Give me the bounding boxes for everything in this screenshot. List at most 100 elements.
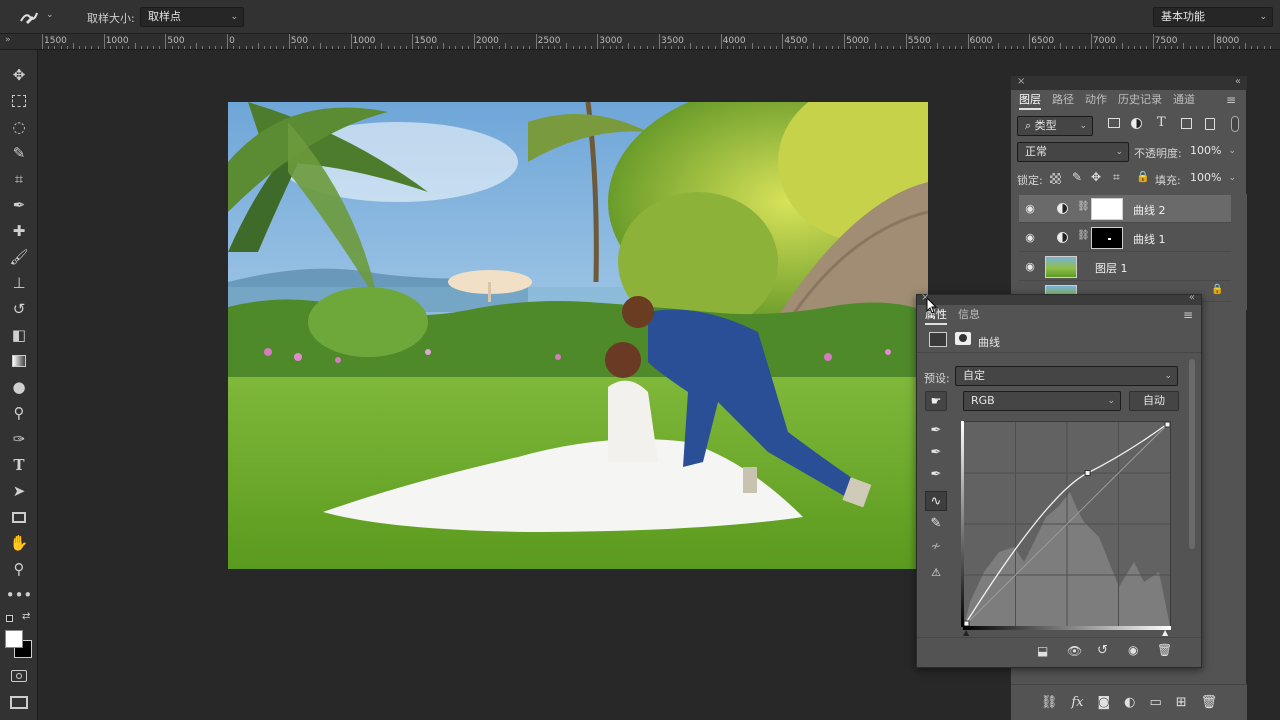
type-icon[interactable]: T (8, 454, 30, 476)
dodge-icon[interactable]: ⚲ (8, 402, 30, 424)
clipping-warning-icon[interactable]: ⚠ (925, 563, 947, 583)
filter-smart-icon[interactable] (1205, 118, 1215, 130)
filter-adjustment-icon[interactable] (1131, 118, 1142, 129)
lock-position-icon[interactable]: ✥ (1091, 170, 1101, 184)
gray-point-eyedropper-icon[interactable]: ✒ (925, 443, 947, 463)
lasso-icon[interactable]: ◌ (8, 116, 30, 138)
curve-control-point[interactable] (1084, 470, 1091, 476)
channel-select[interactable]: RGB ⌄ (963, 391, 1121, 411)
eraser-icon[interactable]: ◧ (8, 324, 30, 346)
layer-mask-thumbnail[interactable] (1091, 227, 1123, 249)
blur-icon[interactable]: ● (8, 376, 30, 398)
layer-mask-thumbnail[interactable] (1091, 198, 1123, 220)
white-point-eyedropper-icon[interactable]: ✒ (925, 465, 947, 485)
more-icon[interactable]: ••• (6, 584, 33, 606)
add-mask-icon[interactable]: ◙ (1097, 695, 1110, 710)
adjustment-layer-icon[interactable]: ◐ (1124, 695, 1135, 710)
curves-histogram-icon[interactable] (929, 332, 947, 347)
preset-select[interactable]: 自定 ⌄ (955, 366, 1178, 386)
expand-icon[interactable]: » (5, 35, 11, 45)
layer-row-curves-1[interactable]: ◉ ⛓ 曲线 1 (1019, 224, 1231, 252)
layer-row-curves-2[interactable]: ◉ ⛓ 曲线 2 (1019, 195, 1231, 223)
panel-menu-icon[interactable]: ≡ (1183, 305, 1193, 325)
curve-edit-points-icon[interactable]: ∿ (925, 491, 947, 511)
black-slider-handle[interactable]: ▲ (963, 628, 969, 637)
visibility-eye-icon[interactable]: ◉ (1023, 231, 1037, 245)
pen-icon[interactable]: ✑ (8, 428, 30, 450)
workspace-select[interactable]: 基本功能 ⌄ (1153, 7, 1273, 27)
tool-preset-picker[interactable]: ⌄ (18, 7, 56, 27)
group-folder-icon[interactable]: ▭ (1149, 695, 1161, 710)
collapse-icon[interactable]: « (1189, 292, 1195, 303)
clip-to-layer-icon[interactable]: ⬓ (1037, 644, 1048, 658)
black-point-eyedropper-icon[interactable]: ✒ (925, 421, 947, 441)
link-icon[interactable]: ⛓ (1077, 201, 1090, 212)
rectangle-icon[interactable] (8, 506, 30, 528)
layer-row-layer-1[interactable]: ◉ 图层 1 (1019, 253, 1231, 281)
crop-icon[interactable]: ⌗ (8, 168, 30, 190)
collapse-icon[interactable]: « (1235, 76, 1241, 87)
lock-pixels-icon[interactable]: ✎ (1072, 170, 1082, 184)
tab-channels[interactable]: 通道 (1173, 90, 1195, 110)
filter-shape-icon[interactable] (1181, 118, 1192, 129)
visibility-eye-icon[interactable]: ◉ (1128, 643, 1138, 657)
screen-mode-icon[interactable] (10, 696, 28, 709)
ruler-tick (1029, 34, 1031, 49)
layer-thumbnail[interactable] (1045, 256, 1077, 278)
zoom-icon[interactable]: ⚲ (8, 558, 30, 580)
swap-colors-icon[interactable]: ⇄ (6, 611, 34, 625)
tab-paths[interactable]: 路径 (1052, 90, 1074, 110)
layer-filter-select[interactable]: ⌕ 类型 ⌄ (1017, 116, 1093, 136)
mask-icon[interactable] (955, 332, 971, 345)
view-previous-icon[interactable]: 👁 (1067, 644, 1082, 658)
lock-all-icon[interactable]: 🔒 (1136, 170, 1150, 183)
tab-history[interactable]: 历史记录 (1118, 90, 1162, 110)
sample-size-select[interactable]: 取样点 ⌄ (140, 7, 244, 27)
trash-icon[interactable]: 🗑 (1201, 695, 1218, 710)
hand-icon[interactable]: ✋ (8, 532, 30, 554)
path-select-icon[interactable]: ➤ (8, 480, 30, 502)
filter-type-icon[interactable]: T (1157, 115, 1166, 130)
visibility-eye-icon[interactable]: ◉ (1023, 202, 1037, 216)
history-brush-icon[interactable]: ↺ (8, 298, 30, 320)
tab-layers[interactable]: 图层 (1019, 90, 1041, 110)
quick-select-icon[interactable]: ✎ (8, 142, 30, 164)
curve-control-point[interactable] (1164, 421, 1171, 428)
eyedropper-icon[interactable]: ✒ (8, 194, 30, 216)
reset-icon[interactable]: ↺ (1097, 643, 1108, 658)
fx-icon[interactable]: fx (1071, 695, 1083, 710)
document-image[interactable] (228, 102, 928, 569)
marquee-icon[interactable] (8, 90, 30, 112)
quick-mask-icon[interactable] (11, 670, 27, 682)
ruler-tick (1004, 46, 1006, 49)
lock-artboard-icon[interactable]: ⌗ (1113, 170, 1120, 185)
targeted-adjust-icon[interactable]: ☛ (925, 391, 947, 411)
move-icon[interactable]: ✥ (8, 64, 30, 86)
trash-icon[interactable]: 🗑 (1157, 643, 1172, 657)
filter-pixel-icon[interactable] (1108, 118, 1120, 128)
brush-icon[interactable]: 🖌 (8, 246, 30, 268)
panel-scrollbar[interactable] (1189, 359, 1195, 549)
draw-pencil-icon[interactable]: ✎ (925, 514, 947, 534)
new-layer-icon[interactable]: ⊞ (1176, 695, 1187, 710)
panel-menu-icon[interactable]: ≡ (1226, 90, 1236, 110)
auto-button[interactable]: 自动 (1129, 391, 1179, 411)
stamp-icon[interactable]: ⊥ (8, 272, 30, 294)
tab-info[interactable]: 信息 (958, 305, 980, 325)
visibility-eye-icon[interactable]: ◉ (1023, 260, 1037, 274)
tab-actions[interactable]: 动作 (1085, 90, 1107, 110)
link-icon[interactable]: ⛓ (1077, 230, 1090, 241)
lock-transparent-icon[interactable] (1050, 173, 1061, 184)
close-icon[interactable]: × (1017, 76, 1025, 87)
gradient-icon[interactable] (8, 350, 30, 372)
fill-input[interactable]: 100% ⌄ (1183, 169, 1241, 189)
curves-graph[interactable] (963, 421, 1171, 627)
link-layers-icon[interactable]: ⛓ (1041, 695, 1058, 710)
healing-icon[interactable]: ✚ (8, 220, 30, 242)
opacity-input[interactable]: 100% ⌄ (1183, 142, 1241, 162)
white-slider-handle[interactable]: ▲ (1162, 628, 1168, 637)
foreground-color-swatch[interactable] (5, 630, 23, 648)
blend-mode-select[interactable]: 正常 ⌄ (1017, 142, 1129, 162)
filter-toggle[interactable] (1231, 116, 1239, 132)
smooth-curve-icon[interactable]: ≁ (925, 537, 947, 557)
